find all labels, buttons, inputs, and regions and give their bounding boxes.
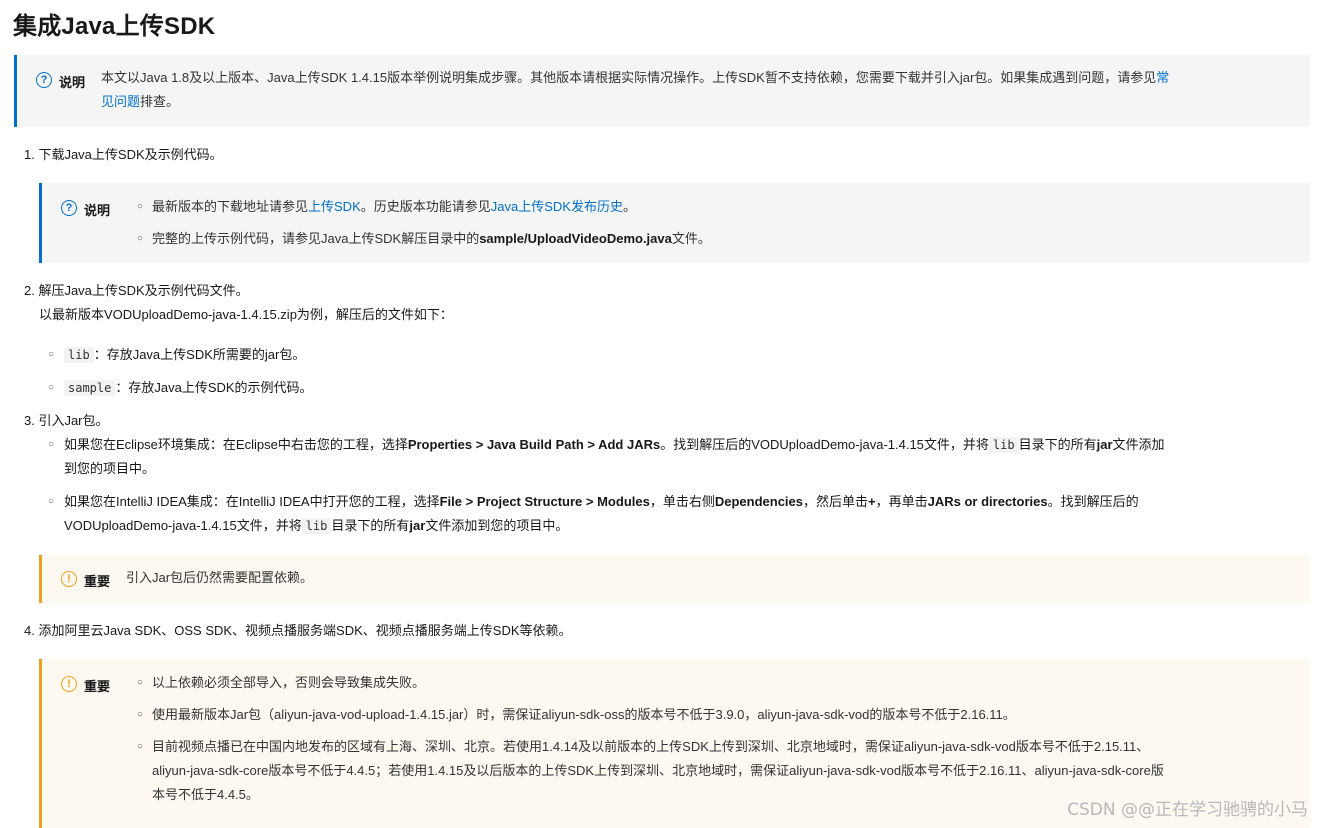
important-item-1: 以上依赖必须全部导入，否则会导致集成失败。 (152, 675, 426, 690)
bullet-icon: ○ (137, 709, 144, 720)
bullet-icon: ○ (137, 677, 144, 688)
important-item-2: 使用最新版本Jar包（aliyun-java-vod-upload-1.4.15… (152, 707, 1016, 722)
important-label: 重要 (84, 574, 111, 589)
step-2-text: 2. 解压Java上传SDK及示例代码文件。 (24, 283, 249, 298)
step-2-item-sample: sample ：存放Java上传SDK的示例代码。 (64, 376, 313, 400)
bullet-icon: ○ (137, 201, 144, 212)
bullet-icon: ○ (48, 439, 55, 450)
bullet-icon: ○ (48, 349, 55, 360)
step-3-idea: 如果您在IntelliJ IDEA集成：在IntelliJ IDEA中打开您的工… (64, 494, 1139, 509)
warning-circle-icon: ! (61, 571, 77, 587)
intro-note: ? 说明 本文以Java 1.8及以上版本、Java上传SDK 1.4.15版本… (14, 55, 1310, 127)
step-2-desc: 以最新版本VODUploadDemo-java-1.4.15.zip为例，解压后… (39, 307, 453, 322)
bullet-icon: ○ (137, 233, 144, 244)
warning-circle-icon: ! (61, 676, 77, 692)
step-1-text: 1. 下载Java上传SDK及示例代码。 (24, 147, 223, 162)
step-3-text: 3. 引入Jar包。 (24, 413, 109, 428)
code-lib: lib (64, 347, 94, 363)
question-circle-icon: ? (61, 200, 77, 216)
faq-link[interactable]: 常 (1156, 70, 1169, 85)
question-circle-icon: ? (36, 72, 52, 88)
note-label: 说明 (84, 203, 111, 218)
page-title: 集成Java上传SDK (13, 13, 216, 40)
step-3-important: ! 重要 引入Jar包后仍然需要配置依赖。 (39, 555, 1310, 603)
note-item-download: 最新版本的下载地址请参见上传SDK。历史版本功能请参见Java上传SDK发布历史… (152, 199, 636, 214)
code-sample: sample (64, 380, 116, 396)
note-label: 说明 (59, 75, 86, 90)
sdk-history-link[interactable]: Java上传SDK发布历史 (491, 199, 623, 214)
step-3-eclipse-line2: 到您的项目中。 (64, 461, 156, 476)
note-item-sample: 完整的上传示例代码，请参见Java上传SDK解压目录中的sample/Uploa… (152, 231, 711, 246)
bullet-icon: ○ (137, 741, 144, 752)
bullet-icon: ○ (48, 496, 55, 507)
faq-link-cont[interactable]: 见问题 (101, 94, 140, 109)
upload-sdk-link[interactable]: 上传SDK (308, 199, 361, 214)
document-page: 集成Java上传SDK ? 说明 本文以Java 1.8及以上版本、Java上传… (0, 0, 1322, 828)
intro-text: 本文以Java 1.8及以上版本、Java上传SDK 1.4.15版本举例说明集… (101, 70, 1170, 109)
watermark: CSDN @@正在学习驰骋的小马 (1067, 800, 1308, 820)
important-label: 重要 (84, 679, 111, 694)
step-3-idea-line2: VODUploadDemo-java-1.4.15文件，并将 lib 目录下的所有j… (64, 518, 569, 534)
step-4-text: 4. 添加阿里云Java SDK、OSS SDK、视频点播服务端SDK、视频点播… (24, 623, 572, 638)
important-text: 引入Jar包后仍然需要配置依赖。 (126, 570, 314, 585)
step-1-note: ? 说明 ○ 最新版本的下载地址请参见上传SDK。历史版本功能请参见Java上传… (39, 183, 1310, 263)
step-3-eclipse: 如果您在Eclipse环境集成：在Eclipse中右击您的工程，选择Proper… (64, 437, 1165, 453)
bullet-icon: ○ (48, 382, 55, 393)
step-2-item-lib: lib ：存放Java上传SDK所需要的jar包。 (64, 343, 305, 367)
